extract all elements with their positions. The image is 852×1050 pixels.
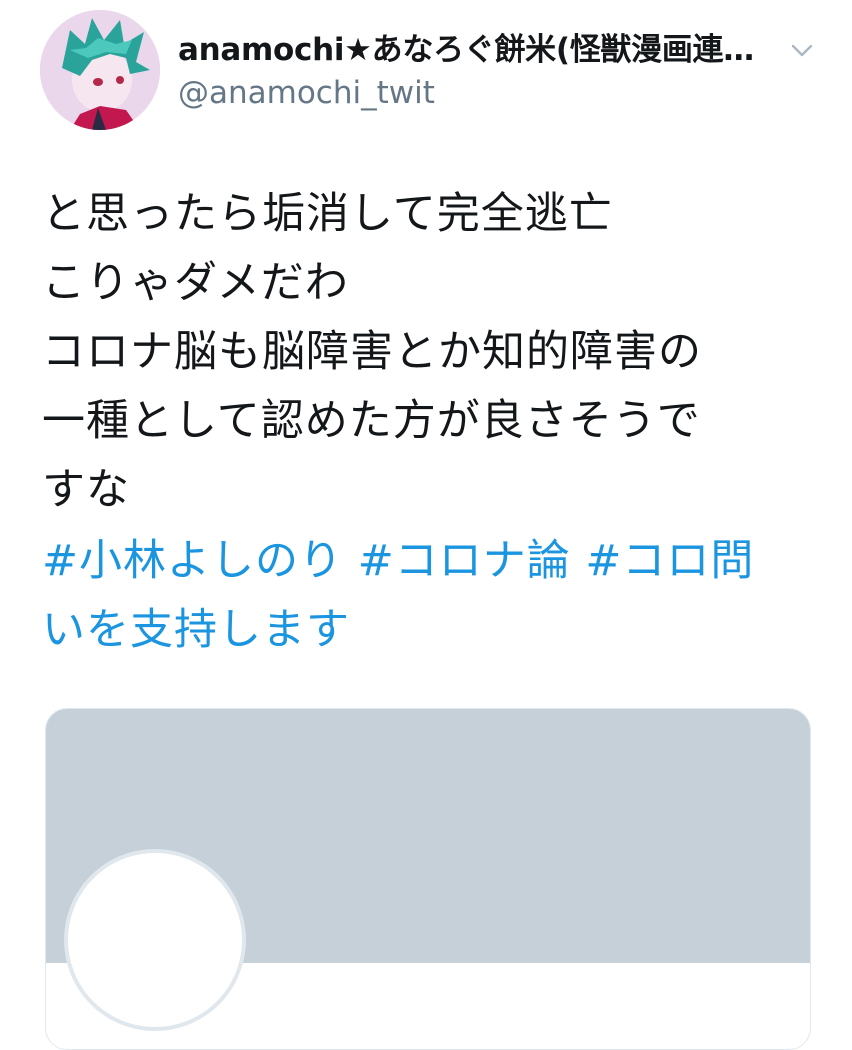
hashtag-line: #小林よしのり #コロナ論 #コロ問 (42, 527, 812, 596)
tweet: anamochi★あなろぐ餅米(怪獣漫画連… @anamochi_twit と思… (0, 0, 852, 1050)
profile-card[interactable] (45, 708, 811, 1050)
tweet-text-line: コロナ脳も脳障害とか知的障害の (42, 327, 702, 377)
tweet-text-line: と思ったら垢消して完全逃亡 (42, 189, 613, 239)
tweet-text: と思ったら垢消して完全逃亡 こりゃダメだわ コロナ脳も脳障害とか知的障害の 一種… (42, 180, 812, 525)
author-handle[interactable]: @anamochi_twit (178, 73, 435, 113)
tweet-text-line: すな (42, 465, 130, 515)
author-display-name[interactable]: anamochi★あなろぐ餅米(怪獣漫画連… (178, 30, 768, 70)
hashtag-block: #小林よしのり #コロナ論 #コロ問 いを支持します (42, 527, 812, 665)
tweet-text-line: こりゃダメだわ (42, 258, 349, 308)
user-avatar-icon[interactable] (40, 10, 160, 130)
chevron-down-icon[interactable] (788, 36, 816, 64)
hashtag-link-corona-toi[interactable]: #コロ問 (585, 536, 754, 586)
hashtag-link-corona-toi-continued[interactable]: いを支持します (42, 605, 350, 655)
card-avatar (64, 849, 246, 1031)
tweet-text-line: 一種として認めた方が良さそうで (42, 396, 701, 446)
hashtag-link-corona-ron[interactable]: #コロナ論 (358, 536, 571, 586)
hashtag-link-kobayashi[interactable]: #小林よしのり (42, 536, 343, 586)
avatar-illustration (40, 10, 160, 130)
hashtag-line: いを支持します (42, 596, 812, 665)
